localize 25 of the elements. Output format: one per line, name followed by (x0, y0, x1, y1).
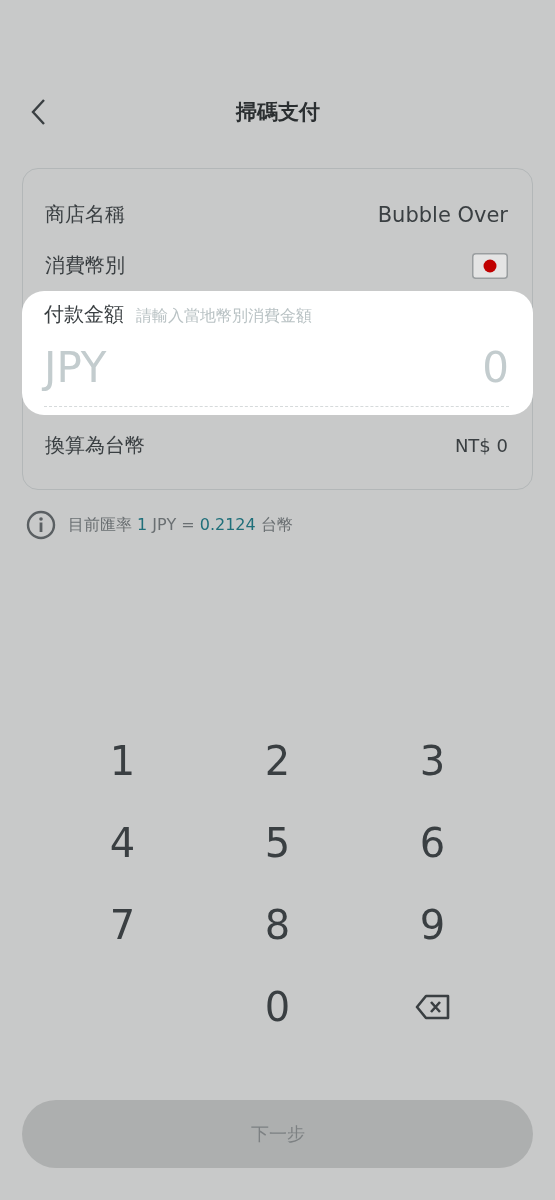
japan-flag-icon (472, 252, 508, 279)
amount-placeholder: 請輸入當地幣別消費金額 (136, 306, 312, 327)
amount-label: 付款金額 (44, 301, 124, 328)
digit-key[interactable]: 8 (200, 884, 355, 966)
detail-value: Bubble Over (377, 202, 508, 227)
digit-key[interactable]: 3 (355, 720, 510, 802)
digit-key[interactable]: 1 (45, 720, 200, 802)
digit-key[interactable]: 2 (200, 720, 355, 802)
page-title: 掃碼支付 (235, 99, 320, 126)
digit-key[interactable]: 7 (45, 884, 200, 966)
exchange-rate-text: 目前匯率 1 JPY = 0.2124 台幣 (68, 514, 293, 536)
conversion-label: 換算為台幣 (45, 431, 145, 459)
amount-value: 0 (482, 342, 509, 392)
digit-key[interactable]: 0 (200, 966, 355, 1048)
digit-key[interactable]: 9 (355, 884, 510, 966)
backspace-icon (414, 994, 451, 1020)
amount-field[interactable]: 付款金額 請輸入當地幣別消費金額 JPY 0 (22, 291, 533, 415)
back-icon[interactable] (30, 98, 46, 126)
digit-key[interactable]: 5 (200, 802, 355, 884)
detail-label: 消費幣別 (45, 252, 125, 279)
detail-label: 商店名稱 (45, 201, 125, 228)
info-icon (26, 510, 56, 540)
digit-key[interactable]: 6 (355, 802, 510, 884)
conversion-value: NT$ 0 (454, 434, 508, 456)
digit-key[interactable]: 4 (45, 802, 200, 884)
